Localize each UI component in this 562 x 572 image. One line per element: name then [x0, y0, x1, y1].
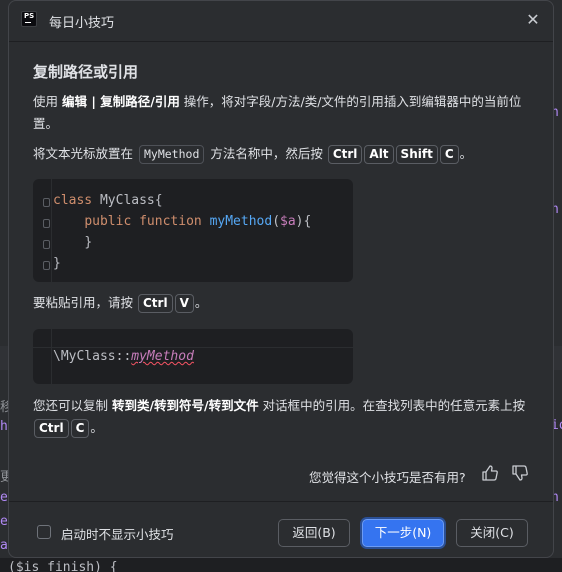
- method-reference: myMethod: [131, 349, 194, 364]
- background-editor-line: ($is_finish) {: [0, 558, 562, 572]
- fold-marker-icon: [43, 219, 50, 228]
- code-line: public function myMethod($a){: [53, 211, 311, 232]
- key-shift: Shift: [395, 145, 438, 164]
- code-gutter: [33, 179, 52, 282]
- code-text: }: [84, 235, 93, 250]
- text-fragment: 。: [90, 420, 103, 435]
- code-text: \MyClass::: [53, 349, 132, 364]
- fold-marker-icon: [43, 261, 50, 270]
- code-example-reference: \MyClass::myMethod: [33, 329, 353, 384]
- keyword: class: [53, 193, 93, 208]
- code-text: (: [272, 214, 281, 229]
- keyword: public: [84, 214, 132, 229]
- text-fragment: 要粘贴引用，请按: [33, 295, 137, 310]
- feedback-question: 您觉得这个小技巧是否有用?: [309, 470, 466, 485]
- text-fragment: 将文本光标放置在: [33, 146, 137, 161]
- background-code-fragment: a: [0, 538, 8, 553]
- dont-show-checkbox[interactable]: [37, 525, 51, 539]
- text-fragment: 。: [459, 146, 473, 161]
- background-code-fragment: h: [0, 419, 8, 434]
- text-fragment: 您还可以复制: [33, 398, 112, 413]
- variable: $a: [280, 214, 296, 229]
- text-fragment: 方法名称中，然后按: [206, 146, 327, 161]
- tip-paragraph-3: 要粘贴引用，请按 Ctrl V。: [33, 291, 207, 315]
- close-icon[interactable]: ✕: [523, 10, 543, 30]
- key-ctrl: Ctrl: [34, 419, 69, 438]
- background-code-fragment: e: [0, 490, 8, 505]
- code-line: }: [53, 232, 92, 253]
- dialog-titlebar: PS 每日小技巧 ✕: [9, 1, 553, 42]
- footer-divider: [9, 501, 553, 502]
- fold-marker-icon: [43, 198, 50, 207]
- code-gutter: [33, 329, 52, 384]
- background-code-fragment: e: [0, 514, 8, 529]
- code-chip: MyMethod: [138, 145, 205, 164]
- code-text: MyClass{: [92, 193, 163, 208]
- code-text: }: [53, 256, 61, 271]
- phpstorm-app-icon: PS: [21, 11, 37, 27]
- close-button[interactable]: 关闭(C): [456, 519, 528, 547]
- code-line: \MyClass::myMethod: [53, 346, 194, 367]
- tip-paragraph-1: 使用 编辑 | 复制路径/引用 操作，将对字段/方法/类/文件的引用插入到编辑器…: [33, 91, 545, 135]
- code-line: }: [53, 253, 61, 274]
- tip-heading: 复制路径或引用: [33, 63, 139, 81]
- code-text: ){: [295, 214, 312, 229]
- fold-marker-icon: [43, 240, 50, 249]
- thumbs-up-icon[interactable]: [479, 464, 501, 486]
- background-code-text: ($is_finish) {: [8, 560, 118, 572]
- text-fragment: 对话框中的引用。在查找列表中的任意元素上按: [258, 398, 526, 413]
- next-button[interactable]: 下一步(N): [362, 519, 444, 547]
- dialog-title: 每日小技巧: [49, 16, 115, 31]
- code-line: class MyClass{: [53, 190, 163, 211]
- dont-show-label[interactable]: 启动时不显示小技巧: [61, 524, 174, 543]
- menu-path: 编辑 | 复制路径/引用: [61, 94, 180, 109]
- dialog-names: 转到类/转到符号/转到文件: [111, 398, 259, 413]
- key-ctrl: Ctrl: [327, 145, 363, 164]
- keyword: function: [139, 214, 202, 229]
- key-c: C: [439, 145, 459, 164]
- key-v: V: [174, 294, 194, 313]
- tip-paragraph-2: 将文本光标放置在 MyMethod 方法名称中，然后按 Ctrl Alt Shift…: [33, 142, 545, 166]
- key-c: C: [70, 419, 90, 438]
- key-alt: Alt: [364, 145, 394, 164]
- text-fragment: 。: [194, 295, 208, 310]
- thumbs-down-icon[interactable]: [509, 464, 531, 486]
- tip-paragraph-4: 您还可以复制 转到类/转到符号/转到文件 对话框中的引用。在查找列表中的任意元素…: [33, 395, 533, 439]
- text-fragment: 使用: [33, 94, 62, 109]
- back-button[interactable]: 返回(B): [278, 519, 350, 547]
- code-example-class: class MyClass{ public function myMethod(…: [33, 179, 353, 282]
- key-ctrl: Ctrl: [137, 294, 173, 313]
- tip-of-the-day-dialog: PS 每日小技巧 ✕ 复制路径或引用 使用 编辑 | 复制路径/引用 操作，将对…: [8, 0, 554, 558]
- function-name: myMethod: [209, 214, 273, 229]
